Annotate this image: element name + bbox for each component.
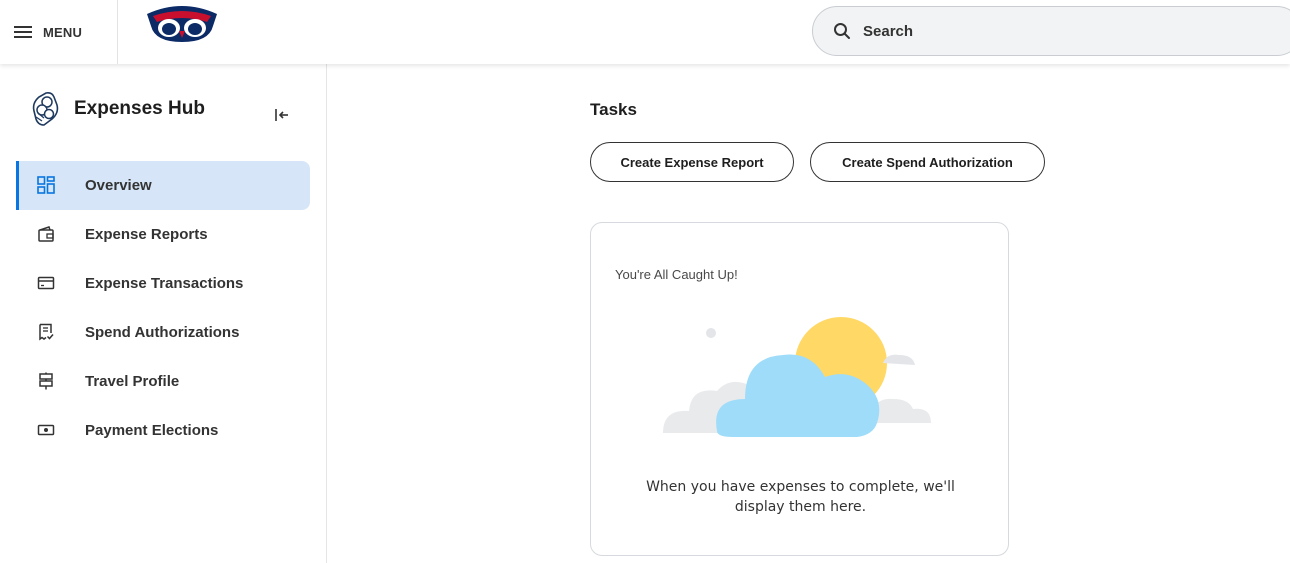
create-expense-report-button[interactable]: Create Expense Report: [590, 142, 794, 182]
overview-grid-icon: [36, 175, 56, 195]
sidebar: Expenses Hub Overview Expense Reports Ex…: [0, 64, 327, 563]
sidebar-item-label: Expense Transactions: [85, 275, 244, 292]
tasks-title: Tasks: [590, 100, 637, 119]
sidebar-item-label: Overview: [85, 177, 152, 194]
collapse-left-icon: [275, 109, 288, 121]
sidebar-item-label: Spend Authorizations: [85, 324, 240, 341]
owl-logo[interactable]: [139, 4, 225, 44]
sidebar-item-expense-transactions[interactable]: Expense Transactions: [16, 259, 310, 308]
top-bar: MENU: [0, 0, 1290, 64]
header-divider: [117, 0, 118, 64]
hub-header: Expenses Hub: [30, 91, 205, 127]
hub-title: Expenses Hub: [74, 98, 205, 119]
credit-card-icon: [36, 273, 56, 293]
card-message: When you have expenses to complete, we'l…: [646, 479, 955, 515]
cloud-sun-illustration: [663, 317, 931, 437]
sidebar-item-label: Expense Reports: [85, 226, 208, 243]
sidebar-item-expense-reports[interactable]: Expense Reports: [16, 210, 310, 259]
wallet-icon: [36, 224, 56, 244]
sidebar-item-payment-elections[interactable]: Payment Elections: [16, 406, 310, 455]
menu-button[interactable]: MENU: [8, 14, 108, 50]
hamburger-icon: [14, 26, 32, 38]
menu-label: MENU: [43, 24, 83, 40]
signpost-icon: [36, 371, 56, 391]
hand-coins-icon: [32, 92, 59, 126]
search-bar[interactable]: [812, 6, 1290, 56]
search-icon: [834, 23, 850, 39]
cash-icon: [36, 420, 56, 440]
sidebar-item-label: Travel Profile: [85, 373, 180, 390]
sidebar-item-travel-profile[interactable]: Travel Profile: [16, 357, 310, 406]
collapse-sidebar-button[interactable]: [272, 108, 292, 122]
sidebar-item-overview[interactable]: Overview: [16, 161, 310, 210]
card-heading: You're All Caught Up!: [615, 267, 738, 282]
search-input[interactable]: [863, 22, 1243, 40]
empty-state-card: You're All Caught Up! When you have expe…: [590, 222, 1009, 556]
sidebar-item-label: Payment Elections: [85, 422, 219, 439]
receipt-check-icon: [36, 322, 56, 342]
sidebar-nav: Overview Expense Reports Expense Transac…: [16, 161, 310, 455]
sidebar-item-spend-authorizations[interactable]: Spend Authorizations: [16, 308, 310, 357]
create-spend-authorization-button[interactable]: Create Spend Authorization: [810, 142, 1045, 182]
